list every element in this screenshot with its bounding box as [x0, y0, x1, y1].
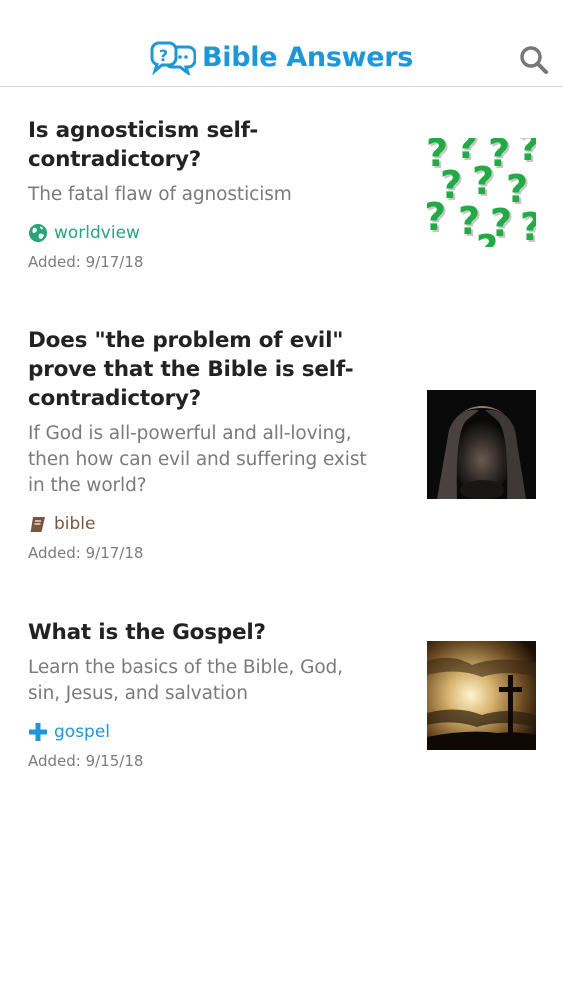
article-title-line: Is agnosticism self-	[28, 118, 259, 143]
article-subtitle: The fatal flaw of agnosticism	[28, 182, 400, 208]
article-card-gospel[interactable]: What is the Gospel? Learn the basics of …	[0, 587, 563, 807]
article-subtitle-line: in the world?	[28, 475, 147, 496]
svg-text:?: ?	[518, 138, 536, 169]
search-button[interactable]	[518, 44, 552, 76]
article-title-line: prove that the Bible is self-	[28, 357, 354, 382]
question-marks-image: ?? ?? ?? ?? ?? ?? ?? ?? ?? ?? ?? ?	[427, 138, 536, 247]
article-subtitle-line: The fatal flaw of agnosticism	[28, 184, 292, 205]
svg-text:?: ?	[472, 159, 494, 203]
article-tag-bible[interactable]: bible	[28, 513, 400, 535]
article-card-agnosticism[interactable]: Is agnosticism self- contradictory? The …	[0, 87, 563, 297]
article-text: Does "the problem of evil" prove that th…	[28, 326, 400, 563]
article-date: Added: 9/15/18	[28, 752, 144, 770]
plus-icon	[29, 723, 47, 741]
article-date: Added: 9/17/18	[28, 544, 144, 562]
article-subtitle-line: then how can evil and suffering exist	[28, 449, 367, 470]
suffering-man-image	[427, 390, 536, 499]
app-header: ? Bible Answers	[0, 0, 563, 87]
svg-text:?: ?	[427, 195, 446, 239]
article-title-line: Does "the problem of evil"	[28, 328, 344, 353]
app-title: Bible Answers	[202, 42, 414, 73]
question-speech-bubbles-icon: ?	[150, 41, 196, 75]
globe-icon	[29, 224, 47, 242]
article-card-problem-of-evil[interactable]: Does "the problem of evil" prove that th…	[0, 297, 563, 587]
article-title-line: contradictory?	[28, 147, 202, 172]
article-tag-label: worldview	[54, 223, 140, 243]
article-title-line: contradictory?	[28, 386, 202, 411]
app-brand[interactable]: ? Bible Answers	[150, 40, 413, 76]
svg-text:?: ?	[476, 227, 498, 247]
article-subtitle: Learn the basics of the Bible, God, sin,…	[28, 655, 400, 707]
article-title: What is the Gospel?	[28, 618, 400, 647]
article-title-line: What is the Gospel?	[28, 620, 266, 645]
article-subtitle: If God is all-powerful and all-loving, t…	[28, 421, 400, 499]
article-subtitle-line: If God is all-powerful and all-loving,	[28, 423, 352, 444]
cross-sunset-image	[427, 641, 536, 750]
article-subtitle-line: sin, Jesus, and salvation	[28, 683, 248, 704]
article-title: Is agnosticism self- contradictory?	[28, 116, 400, 174]
svg-text:?: ?	[159, 46, 168, 65]
article-tag-gospel[interactable]: gospel	[28, 721, 400, 743]
article-tag-worldview[interactable]: worldview	[28, 222, 400, 244]
article-text: Is agnosticism self- contradictory? The …	[28, 116, 400, 272]
svg-text:?: ?	[520, 205, 536, 247]
article-tag-label: gospel	[54, 722, 111, 742]
article-title: Does "the problem of evil" prove that th…	[28, 326, 400, 413]
article-text: What is the Gospel? Learn the basics of …	[28, 618, 400, 771]
search-icon	[520, 46, 548, 74]
book-icon	[30, 517, 45, 532]
article-subtitle-line: Learn the basics of the Bible, God,	[28, 657, 343, 678]
article-tag-label: bible	[54, 514, 96, 534]
article-date: Added: 9/17/18	[28, 253, 144, 271]
